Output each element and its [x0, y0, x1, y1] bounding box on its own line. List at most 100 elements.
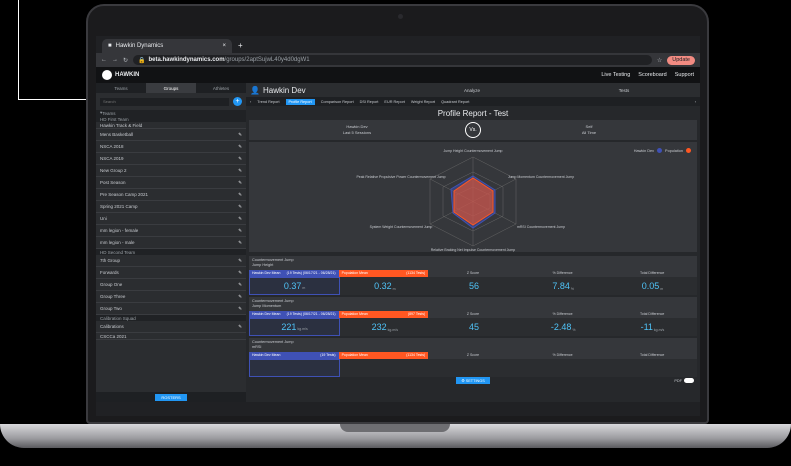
edit-icon[interactable]: ✎: [238, 132, 242, 138]
pop-mean-header: Population Mean (1134 Tests): [338, 351, 429, 359]
list-item[interactable]: Forwards ✎: [96, 267, 246, 279]
metric-header-row: Hawkin Dev Mean (19 Tests) Population Mea…: [249, 351, 697, 359]
list-item[interactable]: Group One ✎: [96, 279, 246, 291]
right-comparison[interactable]: Self All Time: [481, 124, 697, 135]
reload-icon[interactable]: ↻: [123, 57, 128, 64]
edit-icon[interactable]: ✎: [238, 324, 242, 330]
app-body: TeamsGroupsAthletes + ▾ Teams HD First T…: [96, 83, 700, 402]
dev-mean-value-number: 221: [281, 321, 297, 332]
z-score-value-number: 56: [469, 280, 480, 291]
column-header: % Difference: [552, 353, 573, 358]
edit-icon[interactable]: ✎: [238, 180, 242, 186]
tab-tests[interactable]: Tests: [548, 88, 700, 93]
radar-label-4: System Weight Countermovement Jump: [370, 225, 433, 229]
add-group-button[interactable]: +: [233, 97, 242, 106]
section-label-text: Teams: [102, 110, 116, 116]
dev-mean-header: Hawkin Dev Mean (19 Tests): [249, 351, 339, 359]
tab-quadrant-report[interactable]: Quadrant Report: [441, 100, 469, 104]
edit-icon[interactable]: ✎: [238, 144, 242, 150]
total-diff-value: -11 kg.m/s: [608, 318, 697, 336]
pop-tests-count: (1134 Tests): [406, 353, 426, 358]
list-item[interactable]: Post Season ✎: [96, 177, 246, 189]
team-header-label: Calibration Squad: [100, 315, 136, 321]
tab-dsi-report[interactable]: DSI Report: [360, 100, 379, 104]
report-tabs-right-icon[interactable]: ›: [695, 100, 696, 104]
edit-icon[interactable]: ✎: [238, 192, 242, 198]
pop-mean-value: [340, 359, 429, 377]
list-item[interactable]: Pre Season Camp 2021 ✎: [96, 189, 246, 201]
search-input[interactable]: [100, 97, 229, 106]
list-item[interactable]: Mens Basketball ✎: [96, 129, 246, 141]
toggle-switch[interactable]: [684, 378, 694, 384]
rosters-button[interactable]: ROSTERS: [155, 393, 187, 401]
edit-icon[interactable]: ✎: [238, 156, 242, 162]
list-item[interactable]: mm legion - female ✎: [96, 225, 246, 237]
tab-close-icon[interactable]: ×: [222, 43, 226, 49]
settings-button[interactable]: ⚙ SETTINGS: [456, 377, 490, 385]
edit-icon[interactable]: ✎: [238, 294, 242, 300]
update-button[interactable]: Update: [667, 55, 695, 65]
radar-svg: Jump Height Countermovement Jump Jump Mo…: [356, 149, 574, 252]
edit-icon[interactable]: ✎: [238, 258, 242, 264]
edit-icon[interactable]: ✎: [238, 306, 242, 312]
column-header: Total Difference: [640, 353, 665, 358]
list-item[interactable]: Calibrations ✎: [96, 321, 246, 333]
report-tabs-left-icon[interactable]: ‹: [250, 100, 251, 104]
new-tab-icon[interactable]: +: [238, 41, 243, 50]
dev-mean-value-number: 0.37: [283, 280, 302, 291]
list-item[interactable]: NSCA 2018 ✎: [96, 141, 246, 153]
edit-icon[interactable]: ✎: [238, 168, 242, 174]
metric-header-row: Hawkin Dev Mean (19 Tests) (06/17/21 - 06…: [249, 310, 697, 318]
sidebar-footer: ROSTERS: [96, 392, 246, 402]
legend-pop-dot[interactable]: [686, 148, 691, 153]
tab-trend-report[interactable]: Trend Report: [257, 100, 279, 104]
sidebar-tab-teams[interactable]: Teams: [96, 83, 146, 93]
tab-comparison-report[interactable]: Comparison Report: [321, 100, 354, 104]
list-item-label: Group One: [100, 282, 123, 287]
athlete-selector[interactable]: 👤 Hawkin Dev: [246, 86, 396, 95]
edit-icon[interactable]: ✎: [238, 240, 242, 246]
tab-profile-report[interactable]: Profile Report: [285, 98, 315, 105]
list-item[interactable]: New Group 2 ✎: [96, 165, 246, 177]
group-list: HD First Team Hawkin Track & Field Mens Ba…: [96, 116, 246, 392]
list-item[interactable]: NSCA 2019 ✎: [96, 153, 246, 165]
metric-values-row: [249, 358, 697, 377]
left-comparison[interactable]: Hawkin Dev Last 5 Sessions: [249, 124, 465, 135]
forward-icon[interactable]: →: [112, 57, 118, 63]
edit-icon[interactable]: ✎: [238, 216, 242, 222]
pop-mean-label: Population Mean: [341, 353, 368, 358]
header-link-2[interactable]: Support: [675, 72, 694, 78]
sidebar-tab-groups[interactable]: Groups: [146, 83, 196, 93]
list-item[interactable]: 7th Group ✎: [96, 255, 246, 267]
tab-analyze[interactable]: Analyze: [396, 88, 548, 93]
header-link-1[interactable]: Scoreboard: [638, 72, 666, 78]
list-item[interactable]: Group Three ✎: [96, 291, 246, 303]
list-item[interactable]: CSCCa 2021: [96, 333, 246, 340]
sidebar-tab-athletes[interactable]: Athletes: [196, 83, 246, 93]
dev-mean-value-unit: kg.m/s: [297, 326, 308, 331]
header-link-0[interactable]: Live Testing: [601, 72, 630, 78]
edit-icon[interactable]: ✎: [238, 270, 242, 276]
legend-dev-dot[interactable]: [657, 148, 663, 153]
list-item[interactable]: mm legion - male ✎: [96, 237, 246, 249]
edit-icon[interactable]: ✎: [238, 204, 242, 210]
list-item[interactable]: Hawkin Track & Field: [96, 122, 246, 129]
column-header: Total Difference: [640, 312, 665, 317]
metric-values-row: 0.37 m 0.32 m 56 7.84% 0.05 m: [249, 276, 697, 295]
list-item[interactable]: Spring 2021 Camp ✎: [96, 201, 246, 213]
list-item[interactable]: Group Two ✎: [96, 303, 246, 315]
pdf-toggle[interactable]: PDF: [674, 378, 694, 384]
metric-name: mRSI: [252, 344, 262, 349]
edit-icon[interactable]: ✎: [238, 282, 242, 288]
back-icon[interactable]: ←: [101, 57, 107, 63]
list-item[interactable]: Uni ✎: [96, 213, 246, 225]
address-bar[interactable]: 🔒 beta.hawkindynamics.com/groups/2aptSuj…: [133, 55, 652, 65]
tab-eur-report[interactable]: EUR Report: [384, 100, 404, 104]
logo[interactable]: HAWKIN: [102, 70, 139, 80]
pop-mean-value-number: 0.32: [374, 280, 392, 291]
browser-tab[interactable]: ■ Hawkin Dynamics ×: [102, 39, 232, 53]
tab-weight-report[interactable]: Weight Report: [411, 100, 435, 104]
edit-icon[interactable]: ✎: [238, 228, 242, 234]
page-title: Profile Report - Test: [437, 109, 509, 118]
star-icon[interactable]: ☆: [657, 57, 662, 64]
